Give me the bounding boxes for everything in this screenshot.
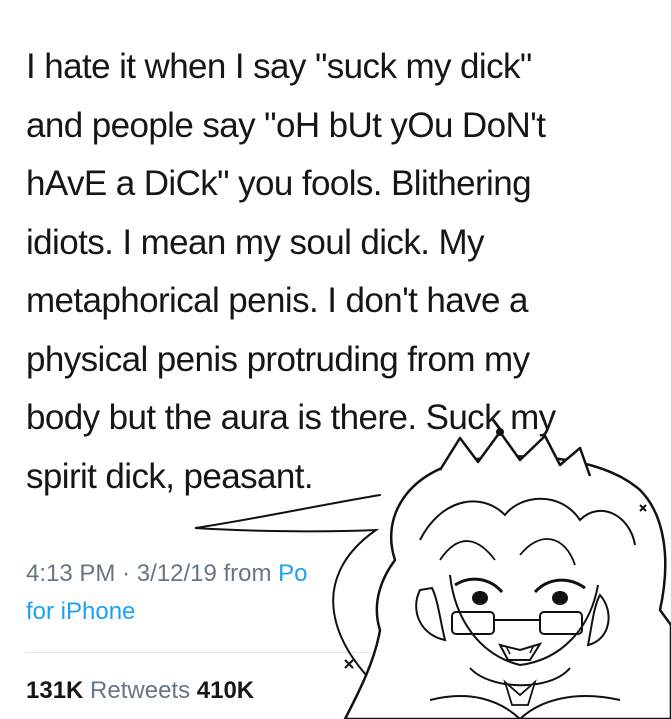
glasses-icon	[451, 611, 495, 635]
tweet-date[interactable]: 3/12/19	[137, 560, 217, 587]
tweet-line: physical penis protruding from my	[26, 339, 530, 379]
tweet-line: body but the aura is there. Suck my	[26, 398, 556, 437]
source-link-continued[interactable]: for iPhone	[26, 593, 308, 631]
tweet-text: I hate it when I say "suck my dick" and …	[26, 38, 666, 506]
tweet-line: and people say "oH bUt yOu DoN't	[26, 105, 546, 145]
meta-separator: ·	[122, 560, 131, 587]
right-pupil	[552, 591, 568, 605]
tweet-line: metaphorical penis. I don't have a	[26, 281, 528, 320]
right-eye-icon	[533, 578, 586, 594]
engagement-stats: 131K Retweets 410K	[26, 677, 254, 705]
divider	[26, 652, 671, 653]
ribbon-icon	[503, 679, 537, 706]
tweet-metadata: 4:13 PM · 3/12/19 from Po for iPhone	[26, 555, 308, 631]
left-pupil	[472, 591, 488, 605]
retweets-label: Retweets	[90, 677, 191, 704]
tweet-time[interactable]: 4:13 PM	[26, 560, 115, 587]
tweet-line: I hate it when I say "suck my dick"	[26, 47, 532, 86]
left-eye-icon	[454, 577, 504, 594]
timestamp-line: 4:13 PM · 3/12/19 from Po	[26, 555, 308, 593]
from-label: from	[223, 560, 272, 587]
hair-strands	[439, 538, 576, 566]
collar-outline	[429, 667, 621, 719]
likes-count[interactable]: 410K	[197, 677, 254, 704]
sparkle-icon	[344, 659, 354, 669]
source-link[interactable]: Po	[278, 560, 307, 587]
retweets-stat[interactable]: 131K Retweets	[26, 677, 190, 704]
glasses-lens-right	[539, 611, 583, 635]
left-hand-icon	[415, 586, 447, 642]
tweet-line: spirit dick, peasant.	[26, 456, 314, 496]
tweet-line: hAvE a DiCk" you fools. Blithering	[26, 164, 532, 203]
right-hand-icon	[586, 593, 610, 647]
tweet-line: idiots. I mean my soul dick. My	[26, 222, 485, 262]
retweets-count: 131K	[26, 677, 84, 704]
